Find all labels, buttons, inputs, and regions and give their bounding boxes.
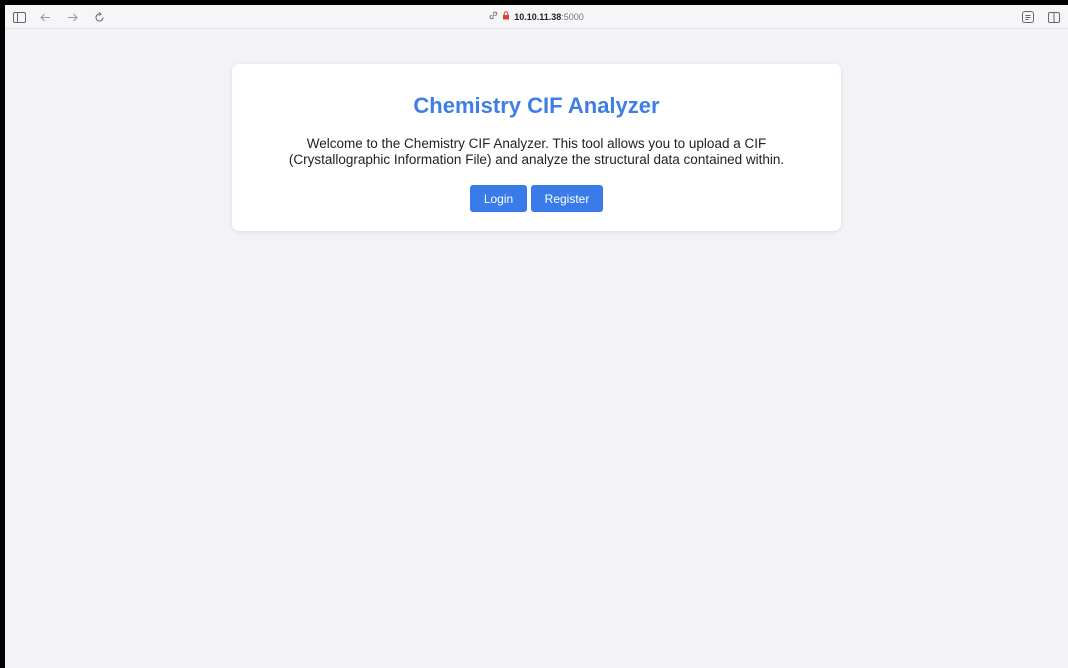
reload-icon[interactable]	[91, 9, 107, 25]
url-port: :5000	[561, 11, 584, 22]
reader-icon[interactable]	[1020, 9, 1036, 25]
welcome-card: Chemistry CIF Analyzer Welcome to the Ch…	[232, 64, 841, 231]
auth-buttons: Login Register	[232, 185, 841, 212]
address-field[interactable]: 10.10.11.38:5000	[489, 11, 584, 22]
page-description: Welcome to the Chemistry CIF Analyzer. T…	[288, 136, 785, 167]
forward-arrow-icon[interactable]	[64, 9, 80, 25]
split-view-icon[interactable]	[1046, 9, 1062, 25]
address-bar: 10.10.11.38:5000	[5, 5, 1068, 28]
back-arrow-icon[interactable]	[37, 9, 53, 25]
url-host: 10.10.11.38	[514, 11, 562, 22]
register-button[interactable]: Register	[531, 185, 603, 212]
login-button[interactable]: Login	[470, 185, 527, 212]
page-title: Chemistry CIF Analyzer	[413, 93, 660, 118]
browser-window: 10.10.11.38:5000 Chemistry CIF Analyzer …	[5, 5, 1068, 668]
link-icon	[489, 11, 498, 22]
sidebar-icon[interactable]	[11, 9, 27, 25]
lock-warning-icon	[502, 11, 510, 22]
browser-toolbar: 10.10.11.38:5000	[5, 5, 1068, 29]
